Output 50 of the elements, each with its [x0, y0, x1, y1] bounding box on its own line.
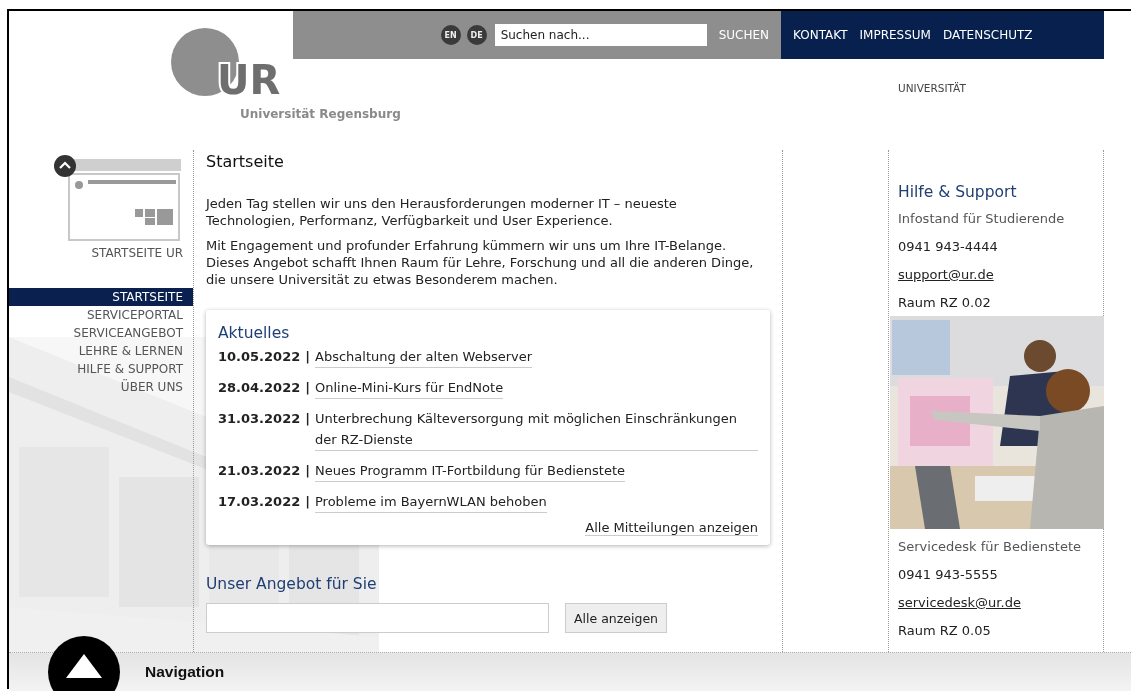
separator: | — [305, 379, 310, 397]
scroll-up-button[interactable] — [48, 636, 120, 691]
university-name: Universität Regensburg — [240, 107, 401, 121]
contact-name: Infostand für Studierende — [898, 211, 1066, 226]
support-heading: Hilfe & Support — [898, 183, 1018, 201]
news-date: 31.03.2022 — [218, 410, 301, 428]
news-date: 21.03.2022 — [218, 462, 301, 480]
home-link[interactable]: STARTSEITE UR — [91, 246, 193, 260]
room-number: Raum RZ 0.05 — [898, 623, 992, 638]
language-button[interactable]: DE — [466, 25, 487, 45]
news-link[interactable]: Online-Mini-Kurs für EndNote — [315, 377, 504, 399]
search-field[interactable]: Suchen nach... — [494, 24, 707, 46]
show-all-button[interactable]: Alle anzeigen — [565, 603, 667, 633]
news-date: 17.03.2022 — [218, 493, 301, 511]
email-link[interactable]: servicedesk@ur.de — [898, 595, 1103, 610]
email-link[interactable]: support@ur.de — [898, 267, 1103, 282]
sidebar-item[interactable]: STARTSEITE — [9, 288, 193, 306]
news-link[interactable]: Unterbrechung Kälteversorgung mit möglichen Einschränkungen der RZ-Dienste — [315, 408, 758, 451]
news-date: 28.04.2022 — [218, 379, 301, 397]
website-drawing[interactable] — [53, 154, 183, 242]
separator: | — [305, 462, 310, 480]
sidebar-item[interactable]: ÜBER UNS — [9, 378, 193, 396]
sidebar-item[interactable]: LEHRE & LERNEN — [9, 342, 193, 360]
navigation-label[interactable]: Navigation — [145, 663, 225, 681]
contact-name: Servicedesk für Bedienstete — [898, 539, 1082, 554]
room-number: Raum RZ 0.02 — [898, 295, 992, 310]
top-link[interactable]: KONTAKT — [793, 28, 848, 42]
all-news-link[interactable]: Alle Mitteilungen anzeigen — [585, 520, 758, 536]
separator: | — [305, 493, 310, 511]
intro-paragraph: Mit Engagement und profunder Erfahrung kümmern wir uns um Ihre IT-Belange. Dieses Angebot schafft Ihnen Raum für Lehre, Forschung und all die anderen Dinge, die unsere Universität zu etwas Besonderem machen. — [206, 237, 755, 288]
news-link[interactable]: Abschaltung der alten Webserver — [315, 346, 533, 368]
intro-paragraph: Jeden Tag stellen wir uns den Herausforderungen moderner IT – neueste Technologien, Performanz, Verfügbarkeit und User Experience. — [206, 195, 678, 229]
news-link[interactable]: Probleme im BayernWLAN behoben — [315, 491, 547, 513]
separator: | — [305, 348, 310, 366]
news-date: 10.05.2022 — [218, 348, 301, 366]
sub-nav-link[interactable]: UNIVERSITÄT — [898, 82, 966, 94]
news-heading: Aktuelles — [218, 324, 291, 342]
sidebar-item[interactable]: SERVICEANGEBOT — [9, 324, 193, 342]
phone-number: 0941 943-5555 — [898, 567, 999, 582]
offers-heading: Unser Angebot für Sie — [206, 575, 378, 593]
sidebar-item[interactable]: SERVICEPORTAL — [9, 306, 193, 324]
page-title: Startseite — [206, 152, 285, 171]
top-link[interactable]: IMPRESSUM — [859, 28, 931, 42]
phone-number: 0941 943-4444 — [898, 239, 999, 254]
offer-select-field[interactable] — [206, 603, 549, 633]
sidebar-item[interactable]: HILFE & SUPPORT — [9, 360, 193, 378]
language-button[interactable]: EN — [440, 25, 461, 45]
top-link[interactable]: DATENSCHUTZ — [942, 28, 1033, 42]
news-link[interactable]: Neues Programm IT-Fortbildung für Bedienstete — [315, 460, 626, 482]
separator: | — [305, 410, 310, 428]
